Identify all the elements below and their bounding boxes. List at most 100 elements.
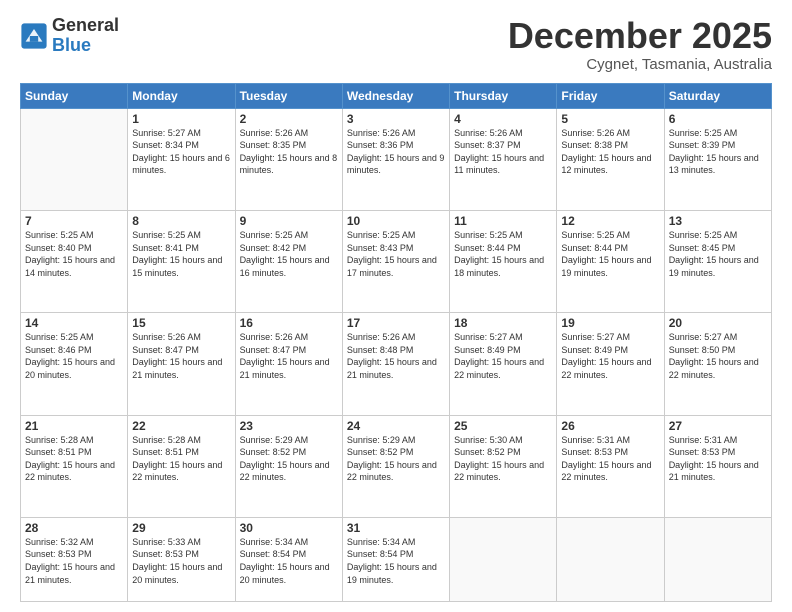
calendar-cell: 8Sunrise: 5:25 AM Sunset: 8:41 PM Daylig…: [128, 210, 235, 312]
day-info: Sunrise: 5:25 AM Sunset: 8:44 PM Dayligh…: [561, 229, 659, 279]
day-info: Sunrise: 5:29 AM Sunset: 8:52 PM Dayligh…: [240, 434, 338, 484]
location-title: Cygnet, Tasmania, Australia: [508, 56, 772, 73]
calendar-cell: 15Sunrise: 5:26 AM Sunset: 8:47 PM Dayli…: [128, 313, 235, 415]
day-info: Sunrise: 5:28 AM Sunset: 8:51 PM Dayligh…: [132, 434, 230, 484]
day-number: 9: [240, 214, 338, 228]
calendar-cell: 29Sunrise: 5:33 AM Sunset: 8:53 PM Dayli…: [128, 517, 235, 601]
day-number: 1: [132, 112, 230, 126]
calendar-cell: 23Sunrise: 5:29 AM Sunset: 8:52 PM Dayli…: [235, 415, 342, 517]
calendar-cell: 3Sunrise: 5:26 AM Sunset: 8:36 PM Daylig…: [342, 108, 449, 210]
calendar-cell: 5Sunrise: 5:26 AM Sunset: 8:38 PM Daylig…: [557, 108, 664, 210]
calendar-cell: [664, 517, 771, 601]
calendar-week-5: 28Sunrise: 5:32 AM Sunset: 8:53 PM Dayli…: [21, 517, 772, 601]
day-number: 29: [132, 521, 230, 535]
calendar-cell: [450, 517, 557, 601]
calendar-cell: 19Sunrise: 5:27 AM Sunset: 8:49 PM Dayli…: [557, 313, 664, 415]
calendar-cell: 31Sunrise: 5:34 AM Sunset: 8:54 PM Dayli…: [342, 517, 449, 601]
weekday-header-tuesday: Tuesday: [235, 83, 342, 108]
day-info: Sunrise: 5:32 AM Sunset: 8:53 PM Dayligh…: [25, 536, 123, 586]
day-number: 16: [240, 316, 338, 330]
calendar-cell: 14Sunrise: 5:25 AM Sunset: 8:46 PM Dayli…: [21, 313, 128, 415]
day-info: Sunrise: 5:30 AM Sunset: 8:52 PM Dayligh…: [454, 434, 552, 484]
day-info: Sunrise: 5:26 AM Sunset: 8:35 PM Dayligh…: [240, 127, 338, 177]
weekday-header-saturday: Saturday: [664, 83, 771, 108]
day-number: 8: [132, 214, 230, 228]
calendar-week-4: 21Sunrise: 5:28 AM Sunset: 8:51 PM Dayli…: [21, 415, 772, 517]
day-number: 17: [347, 316, 445, 330]
day-number: 30: [240, 521, 338, 535]
day-info: Sunrise: 5:25 AM Sunset: 8:40 PM Dayligh…: [25, 229, 123, 279]
calendar-cell: 1Sunrise: 5:27 AM Sunset: 8:34 PM Daylig…: [128, 108, 235, 210]
calendar-table: SundayMondayTuesdayWednesdayThursdayFrid…: [20, 83, 772, 602]
day-number: 14: [25, 316, 123, 330]
logo-icon: [20, 22, 48, 50]
day-number: 6: [669, 112, 767, 126]
day-info: Sunrise: 5:26 AM Sunset: 8:38 PM Dayligh…: [561, 127, 659, 177]
day-info: Sunrise: 5:31 AM Sunset: 8:53 PM Dayligh…: [561, 434, 659, 484]
day-info: Sunrise: 5:26 AM Sunset: 8:48 PM Dayligh…: [347, 331, 445, 381]
calendar-cell: 26Sunrise: 5:31 AM Sunset: 8:53 PM Dayli…: [557, 415, 664, 517]
day-info: Sunrise: 5:26 AM Sunset: 8:47 PM Dayligh…: [132, 331, 230, 381]
day-number: 12: [561, 214, 659, 228]
day-number: 19: [561, 316, 659, 330]
calendar-week-3: 14Sunrise: 5:25 AM Sunset: 8:46 PM Dayli…: [21, 313, 772, 415]
day-info: Sunrise: 5:29 AM Sunset: 8:52 PM Dayligh…: [347, 434, 445, 484]
day-number: 2: [240, 112, 338, 126]
day-number: 11: [454, 214, 552, 228]
logo: General Blue: [20, 16, 119, 56]
day-number: 5: [561, 112, 659, 126]
day-number: 18: [454, 316, 552, 330]
logo-text: General Blue: [52, 16, 119, 56]
calendar-cell: 16Sunrise: 5:26 AM Sunset: 8:47 PM Dayli…: [235, 313, 342, 415]
weekday-header-sunday: Sunday: [21, 83, 128, 108]
calendar-cell: 17Sunrise: 5:26 AM Sunset: 8:48 PM Dayli…: [342, 313, 449, 415]
calendar-cell: [21, 108, 128, 210]
day-info: Sunrise: 5:25 AM Sunset: 8:44 PM Dayligh…: [454, 229, 552, 279]
weekday-header-wednesday: Wednesday: [342, 83, 449, 108]
calendar-cell: 11Sunrise: 5:25 AM Sunset: 8:44 PM Dayli…: [450, 210, 557, 312]
day-number: 4: [454, 112, 552, 126]
day-info: Sunrise: 5:27 AM Sunset: 8:49 PM Dayligh…: [561, 331, 659, 381]
header: General Blue December 2025 Cygnet, Tasma…: [20, 16, 772, 73]
day-info: Sunrise: 5:26 AM Sunset: 8:37 PM Dayligh…: [454, 127, 552, 177]
page: General Blue December 2025 Cygnet, Tasma…: [0, 0, 792, 612]
day-info: Sunrise: 5:28 AM Sunset: 8:51 PM Dayligh…: [25, 434, 123, 484]
calendar-cell: 7Sunrise: 5:25 AM Sunset: 8:40 PM Daylig…: [21, 210, 128, 312]
calendar-cell: 22Sunrise: 5:28 AM Sunset: 8:51 PM Dayli…: [128, 415, 235, 517]
calendar-cell: 13Sunrise: 5:25 AM Sunset: 8:45 PM Dayli…: [664, 210, 771, 312]
calendar-cell: 4Sunrise: 5:26 AM Sunset: 8:37 PM Daylig…: [450, 108, 557, 210]
day-info: Sunrise: 5:26 AM Sunset: 8:36 PM Dayligh…: [347, 127, 445, 177]
day-info: Sunrise: 5:25 AM Sunset: 8:45 PM Dayligh…: [669, 229, 767, 279]
calendar-header-row: SundayMondayTuesdayWednesdayThursdayFrid…: [21, 83, 772, 108]
calendar-week-2: 7Sunrise: 5:25 AM Sunset: 8:40 PM Daylig…: [21, 210, 772, 312]
day-info: Sunrise: 5:25 AM Sunset: 8:46 PM Dayligh…: [25, 331, 123, 381]
month-title: December 2025: [508, 16, 772, 56]
day-info: Sunrise: 5:31 AM Sunset: 8:53 PM Dayligh…: [669, 434, 767, 484]
day-info: Sunrise: 5:34 AM Sunset: 8:54 PM Dayligh…: [240, 536, 338, 586]
day-number: 10: [347, 214, 445, 228]
calendar-cell: 20Sunrise: 5:27 AM Sunset: 8:50 PM Dayli…: [664, 313, 771, 415]
logo-blue-text: Blue: [52, 36, 119, 56]
day-info: Sunrise: 5:25 AM Sunset: 8:41 PM Dayligh…: [132, 229, 230, 279]
day-number: 25: [454, 419, 552, 433]
day-number: 15: [132, 316, 230, 330]
day-info: Sunrise: 5:25 AM Sunset: 8:39 PM Dayligh…: [669, 127, 767, 177]
title-section: December 2025 Cygnet, Tasmania, Australi…: [508, 16, 772, 73]
day-number: 22: [132, 419, 230, 433]
day-info: Sunrise: 5:26 AM Sunset: 8:47 PM Dayligh…: [240, 331, 338, 381]
day-number: 28: [25, 521, 123, 535]
day-info: Sunrise: 5:34 AM Sunset: 8:54 PM Dayligh…: [347, 536, 445, 586]
calendar-cell: 21Sunrise: 5:28 AM Sunset: 8:51 PM Dayli…: [21, 415, 128, 517]
calendar-week-1: 1Sunrise: 5:27 AM Sunset: 8:34 PM Daylig…: [21, 108, 772, 210]
calendar-cell: 27Sunrise: 5:31 AM Sunset: 8:53 PM Dayli…: [664, 415, 771, 517]
day-info: Sunrise: 5:33 AM Sunset: 8:53 PM Dayligh…: [132, 536, 230, 586]
day-number: 7: [25, 214, 123, 228]
calendar-cell: 28Sunrise: 5:32 AM Sunset: 8:53 PM Dayli…: [21, 517, 128, 601]
calendar-cell: [557, 517, 664, 601]
day-number: 21: [25, 419, 123, 433]
day-info: Sunrise: 5:27 AM Sunset: 8:49 PM Dayligh…: [454, 331, 552, 381]
calendar-cell: 18Sunrise: 5:27 AM Sunset: 8:49 PM Dayli…: [450, 313, 557, 415]
day-info: Sunrise: 5:27 AM Sunset: 8:34 PM Dayligh…: [132, 127, 230, 177]
calendar-cell: 12Sunrise: 5:25 AM Sunset: 8:44 PM Dayli…: [557, 210, 664, 312]
day-info: Sunrise: 5:27 AM Sunset: 8:50 PM Dayligh…: [669, 331, 767, 381]
